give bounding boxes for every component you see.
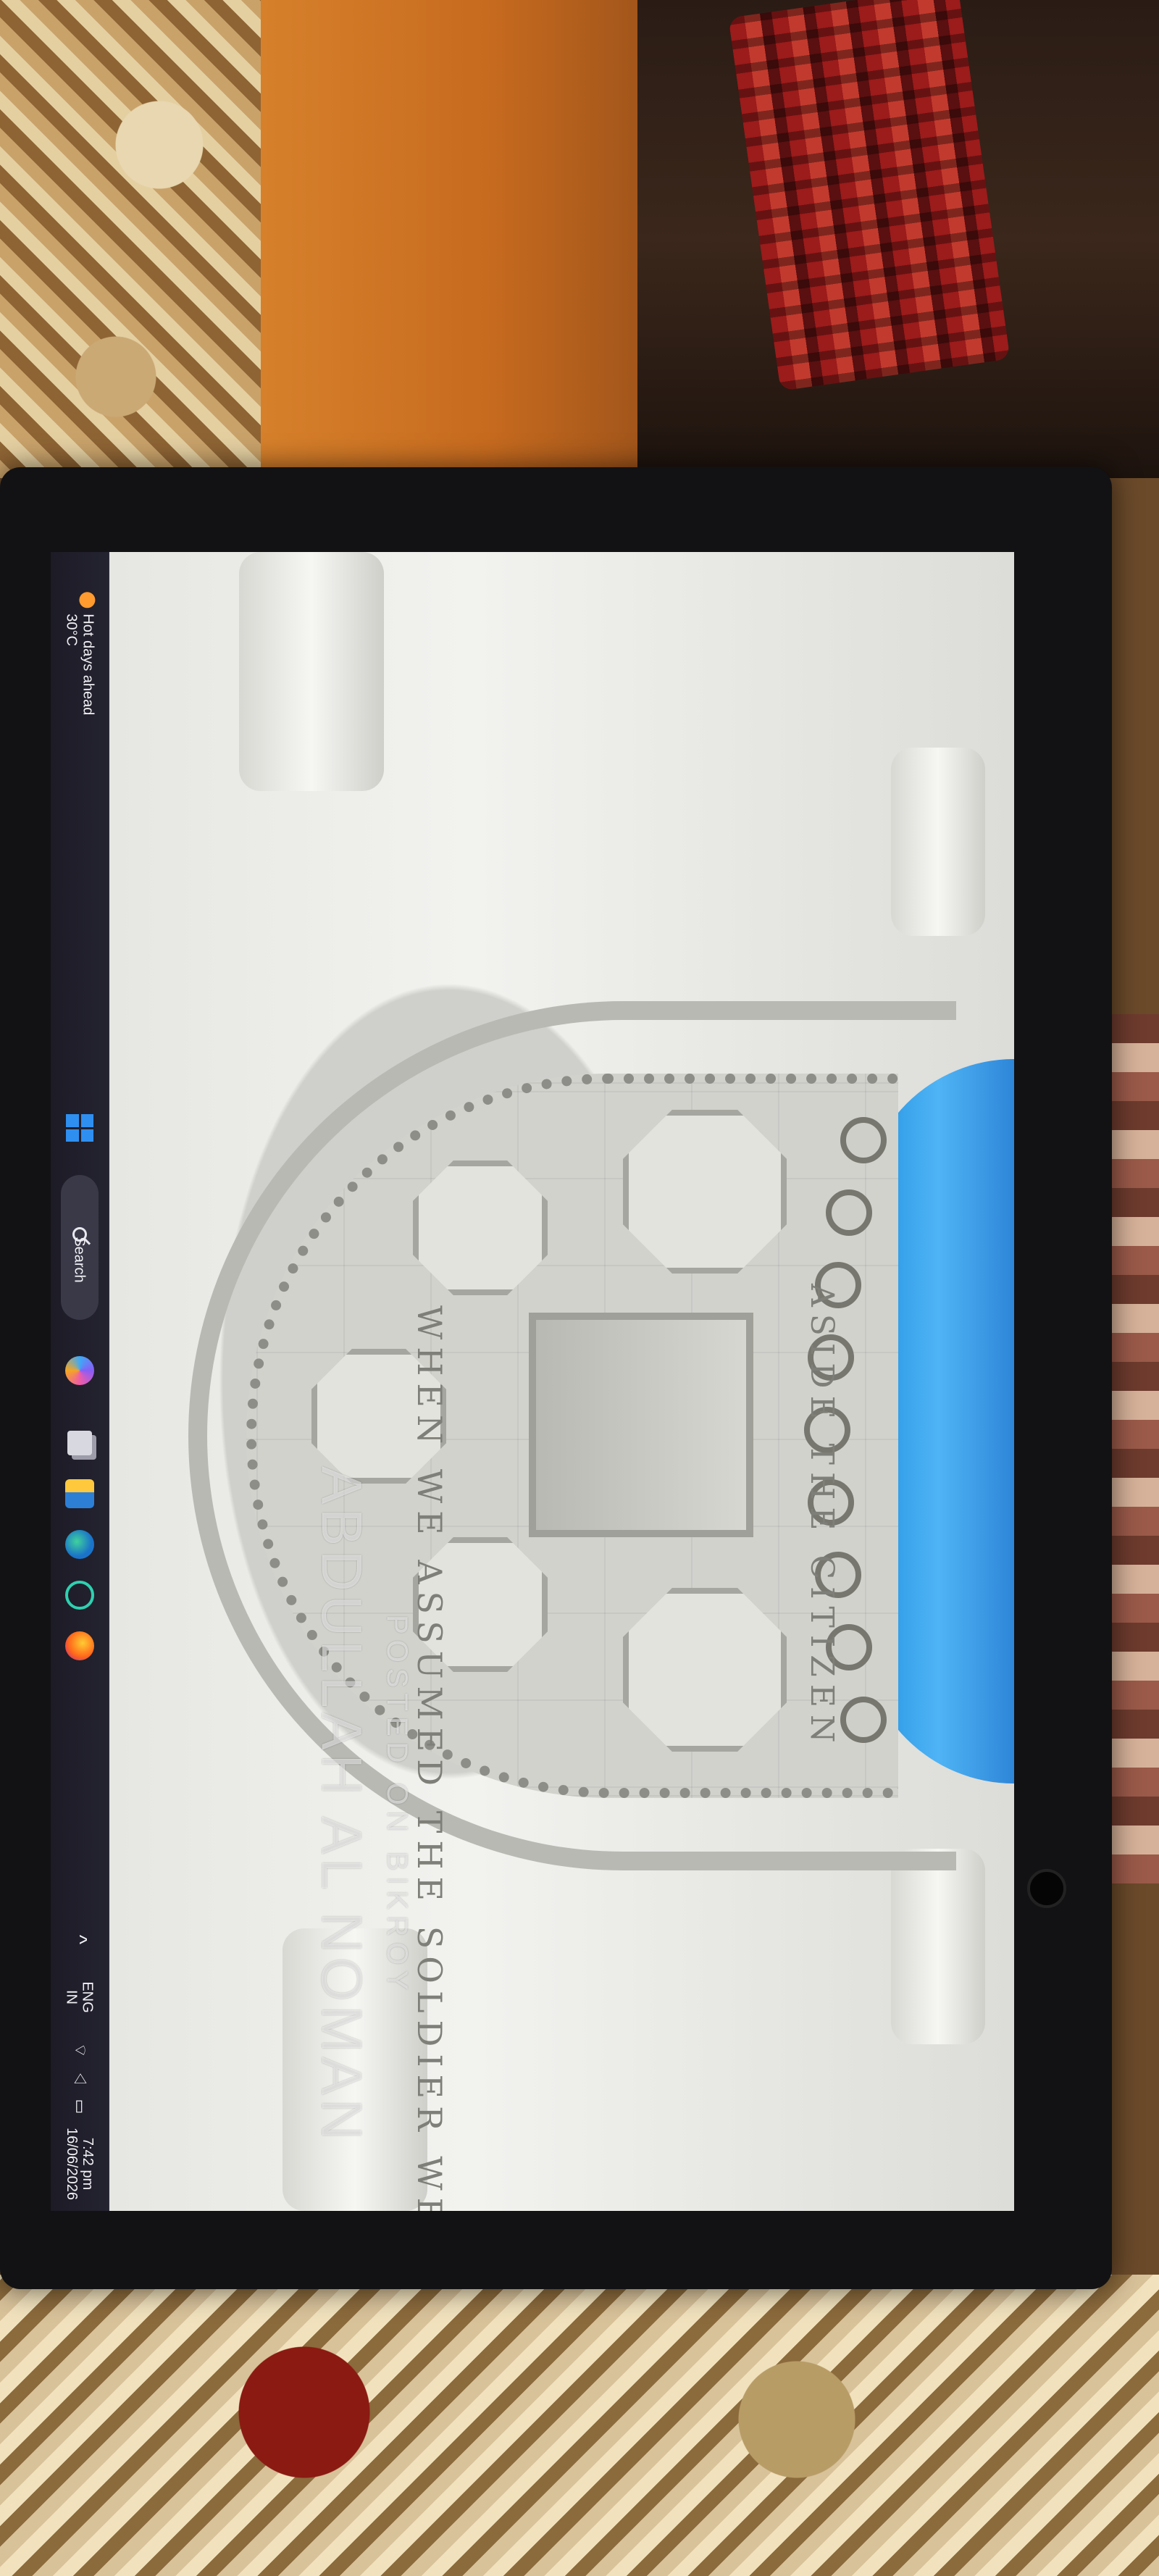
wallpaper-coffer (413, 1161, 548, 1295)
weather-widget[interactable]: Hot days ahead 30°C (51, 566, 109, 740)
language-region: IN (64, 1990, 80, 2004)
language-indicator[interactable]: ENG IN (51, 1965, 109, 2030)
background-cloth-bottom (0, 2275, 1159, 2576)
watermark-line-2: ABDULLAH AL NOMAN (310, 1466, 374, 2144)
wallpaper-inscription: WHEN WE ASSUMED THE SOLDIER WE DID NOT L… (410, 1305, 449, 2211)
windows-start-icon (66, 1114, 93, 1142)
wallpaper-rosette (826, 1189, 872, 1236)
clock-app-icon (65, 1581, 94, 1610)
clock-date-button[interactable]: 7:42 pm 16/06/2026 (51, 2124, 109, 2204)
wallpaper-column (239, 552, 384, 791)
taskbar-app-clock[interactable] (51, 1573, 109, 1617)
task-view-icon (67, 1431, 92, 1455)
thermometer-sun-icon (79, 591, 96, 608)
taskbar-app-firefox[interactable] (51, 1624, 109, 1668)
wallpaper-vault-center (529, 1313, 753, 1537)
edge-icon (65, 1530, 94, 1559)
webcam-icon (1027, 1869, 1066, 1908)
file-explorer-icon (65, 1479, 94, 1508)
wifi-volume-battery-icon: ⌔ ◁ ▭ (71, 2042, 90, 2119)
show-hidden-icons-button[interactable]: ^ (51, 1921, 109, 1957)
taskbar-app-edge[interactable] (51, 1523, 109, 1566)
copilot-icon (65, 1356, 94, 1385)
start-button[interactable] (51, 1103, 109, 1153)
clock-date: 16/06/2026 (64, 2127, 80, 2201)
wallpaper-rosette (840, 1697, 887, 1743)
chevron-up-icon: ^ (69, 1934, 92, 1944)
clock-time: 7:42 pm (80, 2137, 96, 2191)
language-code: ENG (80, 1981, 96, 2013)
taskbar-app-file-explorer[interactable] (51, 1472, 109, 1515)
firefox-icon (65, 1631, 94, 1660)
wallpaper-coffer (623, 1110, 787, 1274)
taskbar: Hot days ahead 30°C Search ^ ENG IN ⌔ ◁ … (51, 552, 109, 2211)
wallpaper-column (891, 748, 985, 936)
weather-temperature: 30°C (63, 613, 80, 646)
weather-text: Hot days ahead (80, 613, 96, 716)
wallpaper-inscription: ASIDE THE CITIZEN (803, 1284, 840, 1750)
desktop-screen: WHEN WE ASSUMED THE SOLDIER WE DID NOT L… (51, 552, 1014, 2211)
wallpaper-column (891, 1849, 985, 2044)
search-button[interactable]: Search (51, 1168, 109, 1327)
desktop-wallpaper[interactable]: WHEN WE ASSUMED THE SOLDIER WE DID NOT L… (109, 552, 1014, 2211)
watermark-line-1: POSTED ON BIKROY (381, 1615, 413, 1996)
background-orange-fabric (261, 0, 637, 478)
search-label: Search (72, 1237, 88, 1283)
quick-settings-button[interactable]: ⌔ ◁ ▭ (51, 2041, 109, 2120)
wallpaper-rosette (840, 1117, 887, 1163)
taskbar-app-copilot[interactable] (51, 1338, 109, 1403)
taskbar-app-task-view[interactable] (51, 1421, 109, 1465)
photo-watermark: POSTED ON BIKROY ABDULLAH AL NOMAN (309, 1334, 413, 2211)
